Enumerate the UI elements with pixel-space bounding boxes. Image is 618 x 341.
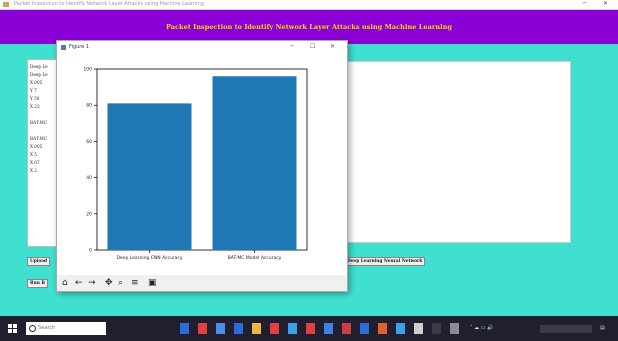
bar [212,76,297,251]
taskbar-app-icon[interactable] [432,323,441,334]
results-line: Deep Le [30,64,48,69]
results-line: BAT-MC [30,136,48,141]
results-line: Y 7 [30,88,37,93]
windows-start-icon[interactable] [8,324,18,334]
home-icon[interactable]: ⌂ [62,278,68,288]
taskbar-app-icon[interactable] [234,323,243,334]
bar-chart: 0 20 40 60 80 100 Deep Learning CNN Accuracy BA… [83,67,308,261]
x-tick-label: BAT-MC Model Accuracy [228,255,282,261]
y-tick-label: 0 [89,248,92,254]
y-tick-label: 60 [86,139,92,145]
results-line: X 5 [30,152,37,157]
taskbar-app-icon[interactable] [288,323,297,334]
taskbar-app-icon[interactable] [450,323,459,334]
taskbar-app-icon[interactable] [396,323,405,334]
taskbar-app-icon[interactable] [306,323,315,334]
taskbar-search[interactable]: Search [26,322,106,335]
zoom-icon[interactable]: ⌕ [118,278,123,288]
figure-close-icon[interactable]: ✕ [330,43,335,50]
results-line: Y 50 [30,96,40,101]
app-icon [3,2,9,7]
results-line: X 23 [30,104,40,109]
results-line: X 2 [30,168,37,173]
taskbar-app-icon[interactable] [180,323,189,334]
x-tick-label: Deep Learning CNN Accuracy [116,255,182,261]
figure-title: Figure 1 [69,44,90,50]
close-icon[interactable]: ✕ [603,0,608,7]
results-line: X 07 [30,160,40,165]
y-tick-label: 20 [86,211,92,217]
output-panel [345,61,571,243]
back-icon[interactable]: ← [75,278,83,288]
forward-icon[interactable]: → [88,278,96,288]
taskbar-app-icon[interactable] [252,323,261,334]
taskbar-app-icon[interactable] [216,323,225,334]
y-tick-label: 40 [86,175,92,181]
deep-learning-button[interactable]: Deep Learning Neural Network [344,257,426,266]
taskbar-app-icon[interactable] [198,323,207,334]
app-titlebar: Packet Inspection to Identify Network La… [0,0,618,10]
upload-button[interactable]: Upload [27,257,51,266]
run-button[interactable]: Run B [27,279,48,288]
notification-icon[interactable]: ▤ [600,325,605,331]
results-line: BAT-MC [30,120,48,125]
taskbar-app-icon[interactable] [378,323,387,334]
save-icon[interactable]: ▣ [148,278,157,288]
taskbar-app-icon[interactable] [342,323,351,334]
search-icon [29,325,36,332]
results-line: X 005 [30,80,43,85]
taskbar-app-icon[interactable] [360,323,369,334]
taskbar-app-icon[interactable] [270,323,279,334]
search-placeholder: Search [38,325,56,331]
taskbar-app-icon[interactable] [414,323,423,334]
results-line: Deep Le [30,72,48,77]
app-window-title: Packet Inspection to Identify Network La… [14,1,204,7]
bar [107,103,192,250]
minimize-icon[interactable]: ─ [583,0,587,7]
figure-minimize-icon[interactable]: ─ [290,43,294,50]
figure-icon [61,45,66,50]
y-tick-label: 100 [83,67,92,73]
y-tick-label: 80 [86,103,92,109]
figure-titlebar: Figure 1 ─ ☐ ✕ [57,41,347,55]
system-tray-icons[interactable]: ˄ ☁ ▭ 🔊 [470,325,493,331]
pan-icon[interactable]: ✥ [105,278,113,288]
results-text-area[interactable]: Deep Le Deep Le X 005 Y 7 Y 50 X 23 BAT-MC BAT-… [27,59,59,247]
figure-maximize-icon[interactable]: ☐ [310,43,315,50]
configure-icon[interactable]: ≡ [131,278,139,288]
app-header: Packet Inspection to Identify Network La… [0,10,618,44]
results-line: X 005 [30,144,43,149]
plot-area: 0 20 40 60 80 100 Deep Learning CNN Accuracy BA… [57,55,347,275]
clock [540,325,592,333]
taskbar-app-icon[interactable] [324,323,333,334]
page-title: Packet Inspection to Identify Network La… [165,23,453,31]
figure-window[interactable]: Figure 1 ─ ☐ ✕ 0 20 40 60 80 100 Deep Learning… [56,40,348,292]
taskbar: Search ˄ ☁ ▭ 🔊 ▤ [0,316,618,341]
